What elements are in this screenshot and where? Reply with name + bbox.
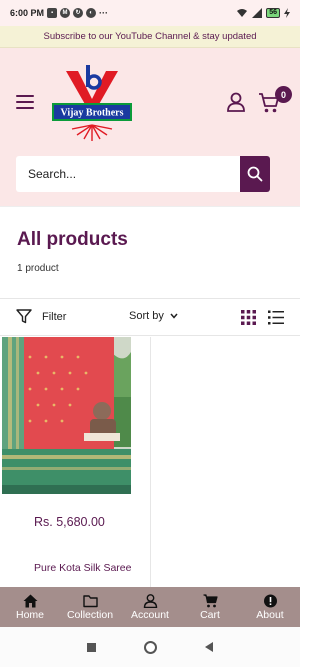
chevron-down-icon	[170, 313, 178, 319]
sort-by-button[interactable]: Sort by	[129, 310, 178, 322]
app-notification-icon: ◐	[86, 8, 97, 18]
page-title: All products	[17, 229, 128, 250]
list-view-icon[interactable]	[268, 310, 284, 325]
status-bar: 6:00 PM ▪ M ↻ ◐ ··· 56	[0, 0, 300, 26]
grid-view-icon[interactable]	[241, 310, 256, 325]
nav-cart-label[interactable]: Cart	[200, 609, 220, 621]
folder-icon	[82, 594, 98, 607]
nav-account[interactable]: Account	[120, 587, 180, 627]
cart-count-badge[interactable]: 0	[275, 86, 292, 103]
back-icon[interactable]	[205, 642, 213, 652]
battery-indicator: 56	[266, 8, 280, 18]
collection-toolbar: Filter Sort by	[0, 298, 300, 336]
search-bar	[16, 156, 270, 192]
charging-icon	[284, 8, 290, 18]
filter-button[interactable]: Filter	[16, 309, 66, 324]
product-image[interactable]	[2, 337, 131, 494]
user-icon	[143, 593, 157, 608]
search-icon	[247, 166, 263, 182]
filter-label[interactable]: Filter	[42, 311, 66, 323]
sort-label[interactable]: Sort by	[129, 310, 164, 322]
wifi-icon	[237, 9, 248, 17]
nav-about-label[interactable]: About	[256, 609, 283, 621]
search-input[interactable]	[16, 156, 240, 192]
recent-apps-icon[interactable]	[87, 642, 96, 652]
collection-header: All products 1 product	[0, 206, 300, 298]
message-icon: ▪	[47, 8, 58, 18]
announcement-text[interactable]: Subscribe to our YouTube Channel & stay …	[43, 31, 256, 42]
product-card[interactable]: Rs. 5,680.00 Pure Kota Silk Saree	[0, 337, 150, 587]
nav-home[interactable]: Home	[0, 587, 60, 627]
nav-account-label[interactable]: Account	[131, 609, 169, 621]
grid-divider	[150, 337, 151, 587]
nav-collection[interactable]: Collection	[60, 587, 120, 627]
search-button[interactable]	[240, 156, 270, 192]
brand-logo[interactable]: Vijay Brothers	[50, 65, 134, 145]
signal-icon	[252, 8, 263, 18]
system-navigation-bar	[0, 627, 300, 667]
product-grid: Rs. 5,680.00 Pure Kota Silk Saree	[0, 337, 300, 587]
filter-icon	[16, 309, 32, 324]
account-icon[interactable]	[226, 92, 246, 112]
nav-cart[interactable]: Cart	[180, 587, 240, 627]
product-count: 1 product	[17, 263, 59, 274]
nav-home-label[interactable]: Home	[16, 609, 44, 621]
logo-text: Vijay Brothers	[60, 108, 123, 119]
cart-icon	[203, 593, 218, 607]
status-more: ···	[99, 8, 109, 18]
menu-icon[interactable]	[16, 95, 34, 109]
status-right: 56	[236, 8, 290, 18]
home-icon	[23, 594, 37, 607]
product-name[interactable]: Pure Kota Silk Saree	[34, 560, 134, 576]
product-price: Rs. 5,680.00	[34, 515, 105, 529]
announcement-bar[interactable]: Subscribe to our YouTube Channel & stay …	[0, 26, 300, 48]
nav-collection-label[interactable]: Collection	[67, 609, 113, 621]
status-time: 6:00 PM	[10, 8, 45, 18]
info-icon	[263, 594, 277, 607]
site-header: Vijay Brothers 0	[0, 48, 300, 206]
bottom-navigation: Home Collection Account Cart About	[0, 587, 300, 627]
nav-about[interactable]: About	[240, 587, 300, 627]
status-left: 6:00 PM ▪ M ↻ ◐ ···	[10, 8, 108, 18]
home-button-icon[interactable]	[144, 640, 157, 654]
sync-icon: ↻	[73, 8, 84, 18]
gmail-icon: M	[60, 8, 71, 18]
